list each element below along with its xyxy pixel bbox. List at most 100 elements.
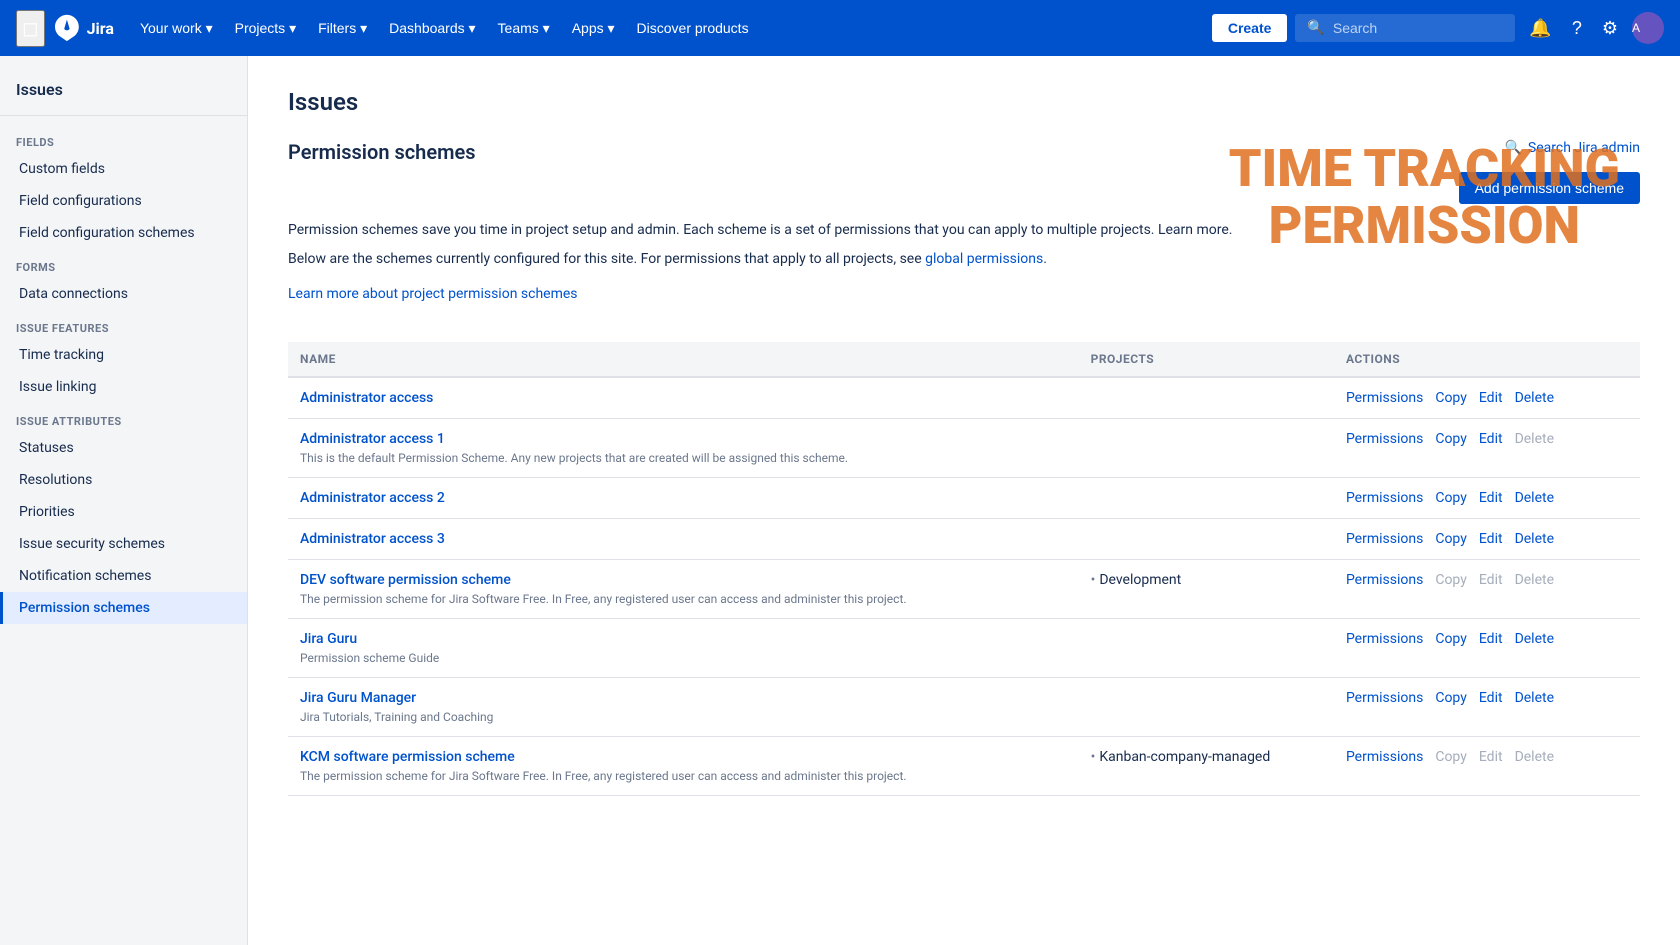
sidebar-item-statuses[interactable]: Statuses (0, 432, 247, 464)
main-content: Issues Permission schemes 🔍 Search Jira … (248, 56, 1680, 945)
action-edit-link: Edit (1479, 749, 1503, 765)
sidebar-item-data-connections[interactable]: Data connections (0, 278, 247, 310)
table-row: Administrator access 2 Permissions Copy Edi… (288, 478, 1640, 519)
action-delete-link[interactable]: Delete (1515, 531, 1554, 547)
scheme-desc: The permission scheme for Jira Software … (300, 592, 1067, 606)
scheme-name-cell: Jira Guru Manager Jira Tutorials, Trainin… (288, 678, 1079, 737)
scheme-projects-cell: • Kanban-company-managed (1079, 737, 1334, 796)
waffle-menu-button[interactable]: ◻ (16, 10, 45, 47)
search-icon: 🔍 (1307, 20, 1324, 36)
action-delete-link[interactable]: Delete (1515, 690, 1554, 706)
action-edit-link[interactable]: Edit (1479, 390, 1503, 406)
scheme-desc: Jira Tutorials, Training and Coaching (300, 710, 1067, 724)
action-edit-link[interactable]: Edit (1479, 490, 1503, 506)
action-copy-link[interactable]: Copy (1435, 631, 1467, 647)
scheme-name-cell: DEV software permission scheme The permis… (288, 560, 1079, 619)
nav-teams[interactable]: Teams ▾ (488, 14, 560, 43)
sidebar-item-issue-linking[interactable]: Issue linking (0, 371, 247, 403)
action-delete-link[interactable]: Delete (1515, 490, 1554, 506)
scheme-actions-cell: PermissionsCopyEditDelete (1334, 560, 1640, 619)
action-permissions-link[interactable]: Permissions (1346, 431, 1423, 447)
scheme-projects-cell (1079, 519, 1334, 560)
action-edit-link[interactable]: Edit (1479, 690, 1503, 706)
settings-button[interactable]: ⚙ (1596, 12, 1624, 45)
action-copy-link[interactable]: Copy (1435, 690, 1467, 706)
scheme-name-link[interactable]: Administrator access 1 (300, 431, 445, 447)
table-row: Administrator access 3 Permissions Copy Edi… (288, 519, 1640, 560)
scheme-projects-cell (1079, 419, 1334, 478)
nav-dashboards[interactable]: Dashboards ▾ (379, 14, 485, 43)
action-permissions-link[interactable]: Permissions (1346, 749, 1423, 765)
search-input[interactable] (1333, 20, 1504, 36)
topnav-nav: Your work ▾ Projects ▾ Filters ▾ Dashboa… (130, 14, 1196, 43)
action-edit-link[interactable]: Edit (1479, 431, 1503, 447)
sidebar-item-custom-fields[interactable]: Custom fields (0, 153, 247, 185)
sidebar-item-issue-security-schemes[interactable]: Issue security schemes (0, 528, 247, 560)
action-copy-link[interactable]: Copy (1435, 431, 1467, 447)
scheme-name-cell: KCM software permission schemeThe permis… (288, 737, 1079, 796)
scheme-name-link[interactable]: DEV software permission scheme (300, 572, 511, 588)
action-copy-link[interactable]: Copy (1435, 531, 1467, 547)
nav-projects[interactable]: Projects ▾ (225, 14, 307, 43)
scheme-name-link[interactable]: Jira Guru Manager (300, 690, 416, 706)
action-delete-link[interactable]: Delete (1515, 631, 1554, 647)
scheme-name-link[interactable]: Administrator access 3 (300, 531, 445, 547)
scheme-name-link[interactable]: Administrator access (300, 390, 433, 406)
sidebar-item-field-configuration-schemes[interactable]: Field configuration schemes (0, 217, 247, 249)
jira-logo[interactable]: Jira (53, 14, 114, 42)
action-copy-link[interactable]: Copy (1435, 390, 1467, 406)
search-jira-admin[interactable]: 🔍 Search Jira admin (1504, 140, 1640, 156)
action-edit-link: Edit (1479, 572, 1503, 588)
scheme-name-cell: Administrator access 1This is the defaul… (288, 419, 1079, 478)
sidebar-item-priorities[interactable]: Priorities (0, 496, 247, 528)
action-permissions-link[interactable]: Permissions (1346, 631, 1423, 647)
action-permissions-link[interactable]: Permissions (1346, 531, 1423, 547)
nav-your-work[interactable]: Your work ▾ (130, 14, 223, 43)
scheme-name-link[interactable]: Jira Guru (300, 631, 357, 647)
action-delete-link[interactable]: Delete (1515, 390, 1554, 406)
action-edit-link[interactable]: Edit (1479, 631, 1503, 647)
sidebar-section-fields: FIELDS (0, 124, 247, 153)
global-permissions-link[interactable]: global permissions (925, 251, 1043, 267)
scheme-name-cell: Administrator access 3 (288, 519, 1079, 560)
search-jira-admin-icon: 🔍 (1504, 140, 1521, 156)
scheme-name-cell: Administrator access (288, 377, 1079, 419)
action-permissions-link[interactable]: Permissions (1346, 390, 1423, 406)
sidebar-item-permission-schemes[interactable]: Permission schemes (0, 592, 247, 624)
sidebar-item-field-configurations[interactable]: Field configurations (0, 185, 247, 217)
action-permissions-link[interactable]: Permissions (1346, 490, 1423, 506)
scheme-actions-cell: Permissions Copy Edit Delete (1334, 519, 1640, 560)
sidebar-item-notification-schemes[interactable]: Notification schemes (0, 560, 247, 592)
learn-more-link[interactable]: Learn more about project permission sche… (288, 286, 578, 302)
action-edit-link[interactable]: Edit (1479, 531, 1503, 547)
action-copy-link[interactable]: Copy (1435, 490, 1467, 506)
scheme-projects-cell: • Development (1079, 560, 1334, 619)
action-delete-link: Delete (1515, 431, 1554, 447)
scheme-name-link[interactable]: Administrator access 2 (300, 490, 445, 506)
section-title: Permission schemes (288, 140, 476, 164)
create-button[interactable]: Create (1212, 14, 1288, 42)
sidebar-item-time-tracking[interactable]: Time tracking (0, 339, 247, 371)
action-permissions-link[interactable]: Permissions (1346, 690, 1423, 706)
scheme-name-link[interactable]: KCM software permission scheme (300, 749, 515, 765)
sidebar-section-issue-attributes: ISSUE ATTRIBUTES (0, 403, 247, 432)
notifications-button[interactable]: 🔔 (1523, 12, 1557, 45)
nav-filters[interactable]: Filters ▾ (308, 14, 377, 43)
action-delete-link: Delete (1515, 749, 1554, 765)
scheme-actions-cell: Permissions Copy Edit Delete (1334, 619, 1640, 678)
add-scheme-button[interactable]: Add permission scheme (1459, 172, 1640, 204)
project-tag: • Kanban-company-managed (1091, 749, 1271, 765)
nav-apps[interactable]: Apps ▾ (562, 14, 625, 43)
help-button[interactable]: ? (1566, 12, 1588, 45)
project-bullet: • (1091, 749, 1096, 765)
nav-discover[interactable]: Discover products (627, 14, 759, 42)
scheme-projects-cell (1079, 478, 1334, 519)
avatar-button[interactable]: A (1632, 12, 1664, 44)
scheme-actions-cell: PermissionsCopyEditDelete (1334, 737, 1640, 796)
project-bullet: • (1091, 572, 1096, 588)
sidebar-item-resolutions[interactable]: Resolutions (0, 464, 247, 496)
topnav: ◻ Jira Your work ▾ Projects ▾ Filters ▾ … (0, 0, 1680, 56)
action-permissions-link[interactable]: Permissions (1346, 572, 1423, 588)
search-box[interactable]: 🔍 (1295, 14, 1515, 42)
sidebar: Issues FIELDS Custom fields Field config… (0, 56, 248, 945)
